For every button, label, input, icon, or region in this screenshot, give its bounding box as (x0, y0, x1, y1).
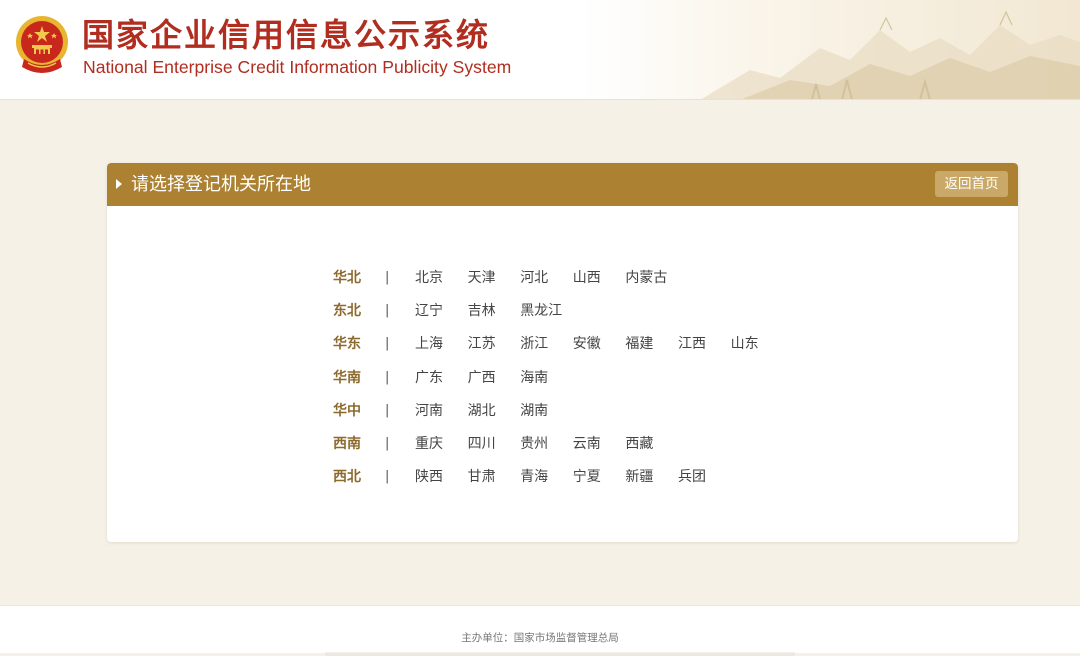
province-link[interactable]: 安徽 (573, 332, 601, 356)
caret-right-icon (116, 179, 122, 189)
region-separator: | (385, 402, 390, 418)
province-link[interactable]: 辽宁 (415, 299, 443, 323)
province-link[interactable]: 新疆 (625, 465, 653, 489)
region-separator: | (385, 303, 390, 319)
province-link[interactable]: 天津 (468, 266, 496, 290)
province-link[interactable]: 北京 (415, 266, 443, 290)
footer-cropped-text (325, 652, 795, 656)
province-link[interactable]: 黑龙江 (520, 299, 562, 323)
region-name: 华中 (333, 402, 361, 419)
province-link[interactable]: 江西 (678, 332, 706, 356)
province-link[interactable]: 广东 (415, 366, 443, 390)
region-name: 华东 (333, 336, 361, 353)
back-home-button[interactable]: 返回首页 (935, 171, 1008, 197)
province-link[interactable]: 吉林 (468, 299, 496, 323)
province-link[interactable]: 上海 (415, 332, 443, 356)
province-link[interactable]: 河南 (415, 399, 443, 423)
site-title-en: National Enterprise Credit Information P… (83, 57, 512, 77)
region-name: 西北 (333, 469, 361, 486)
national-emblem-icon (16, 16, 68, 73)
panel-header: 请选择登记机关所在地 返回首页 (107, 163, 1018, 206)
site-title-cn: 国家企业信用信息公示系统 (82, 16, 491, 54)
footer-organizer: 主办单位：国家市场监督管理总局 (461, 632, 619, 644)
province-link[interactable]: 湖南 (520, 399, 548, 423)
region-separator: | (385, 435, 390, 451)
province-link[interactable]: 陕西 (415, 465, 443, 489)
region-name: 西南 (333, 435, 361, 452)
province-link[interactable]: 甘肃 (468, 465, 496, 489)
site-header: 国家企业信用信息公示系统 National Enterprise Credit … (0, 0, 1080, 100)
region-separator: | (385, 469, 390, 485)
province-link[interactable]: 浙江 (520, 332, 548, 356)
province-link[interactable]: 海南 (520, 366, 548, 390)
province-link[interactable]: 内蒙古 (625, 266, 667, 290)
province-link[interactable]: 贵州 (520, 432, 548, 456)
region-select-panel: 请选择登记机关所在地 返回首页 华北 | 北京 天津 河北 山西 内蒙古东北 | 辽宁 吉林 黑龙江… (107, 163, 1018, 542)
province-link[interactable]: 兵团 (678, 465, 706, 489)
province-link[interactable]: 云南 (573, 432, 601, 456)
panel-title: 请选择登记机关所在地 (131, 174, 311, 195)
scenery-illustration (580, 0, 1080, 99)
region-separator: | (385, 336, 390, 352)
province-link[interactable]: 河北 (520, 266, 548, 290)
province-link[interactable]: 西藏 (625, 432, 653, 456)
province-link[interactable]: 广西 (468, 366, 496, 390)
province-link[interactable]: 江苏 (468, 332, 496, 356)
region-name: 东北 (333, 303, 361, 320)
region-separator: | (385, 270, 390, 285)
region-separator: | (385, 369, 390, 385)
province-link[interactable]: 重庆 (415, 432, 443, 456)
site-footer: 主办单位：国家市场监督管理总局 (0, 605, 1080, 656)
province-link[interactable]: 山东 (731, 332, 759, 356)
province-link[interactable]: 宁夏 (573, 465, 601, 489)
province-link[interactable]: 福建 (625, 332, 653, 356)
province-link[interactable]: 四川 (468, 432, 496, 456)
region-name: 华南 (333, 369, 361, 386)
province-link[interactable]: 青海 (520, 465, 548, 489)
region-name: 华北 (333, 270, 361, 286)
province-link[interactable]: 山西 (573, 266, 601, 290)
province-link[interactable]: 湖北 (468, 399, 496, 423)
